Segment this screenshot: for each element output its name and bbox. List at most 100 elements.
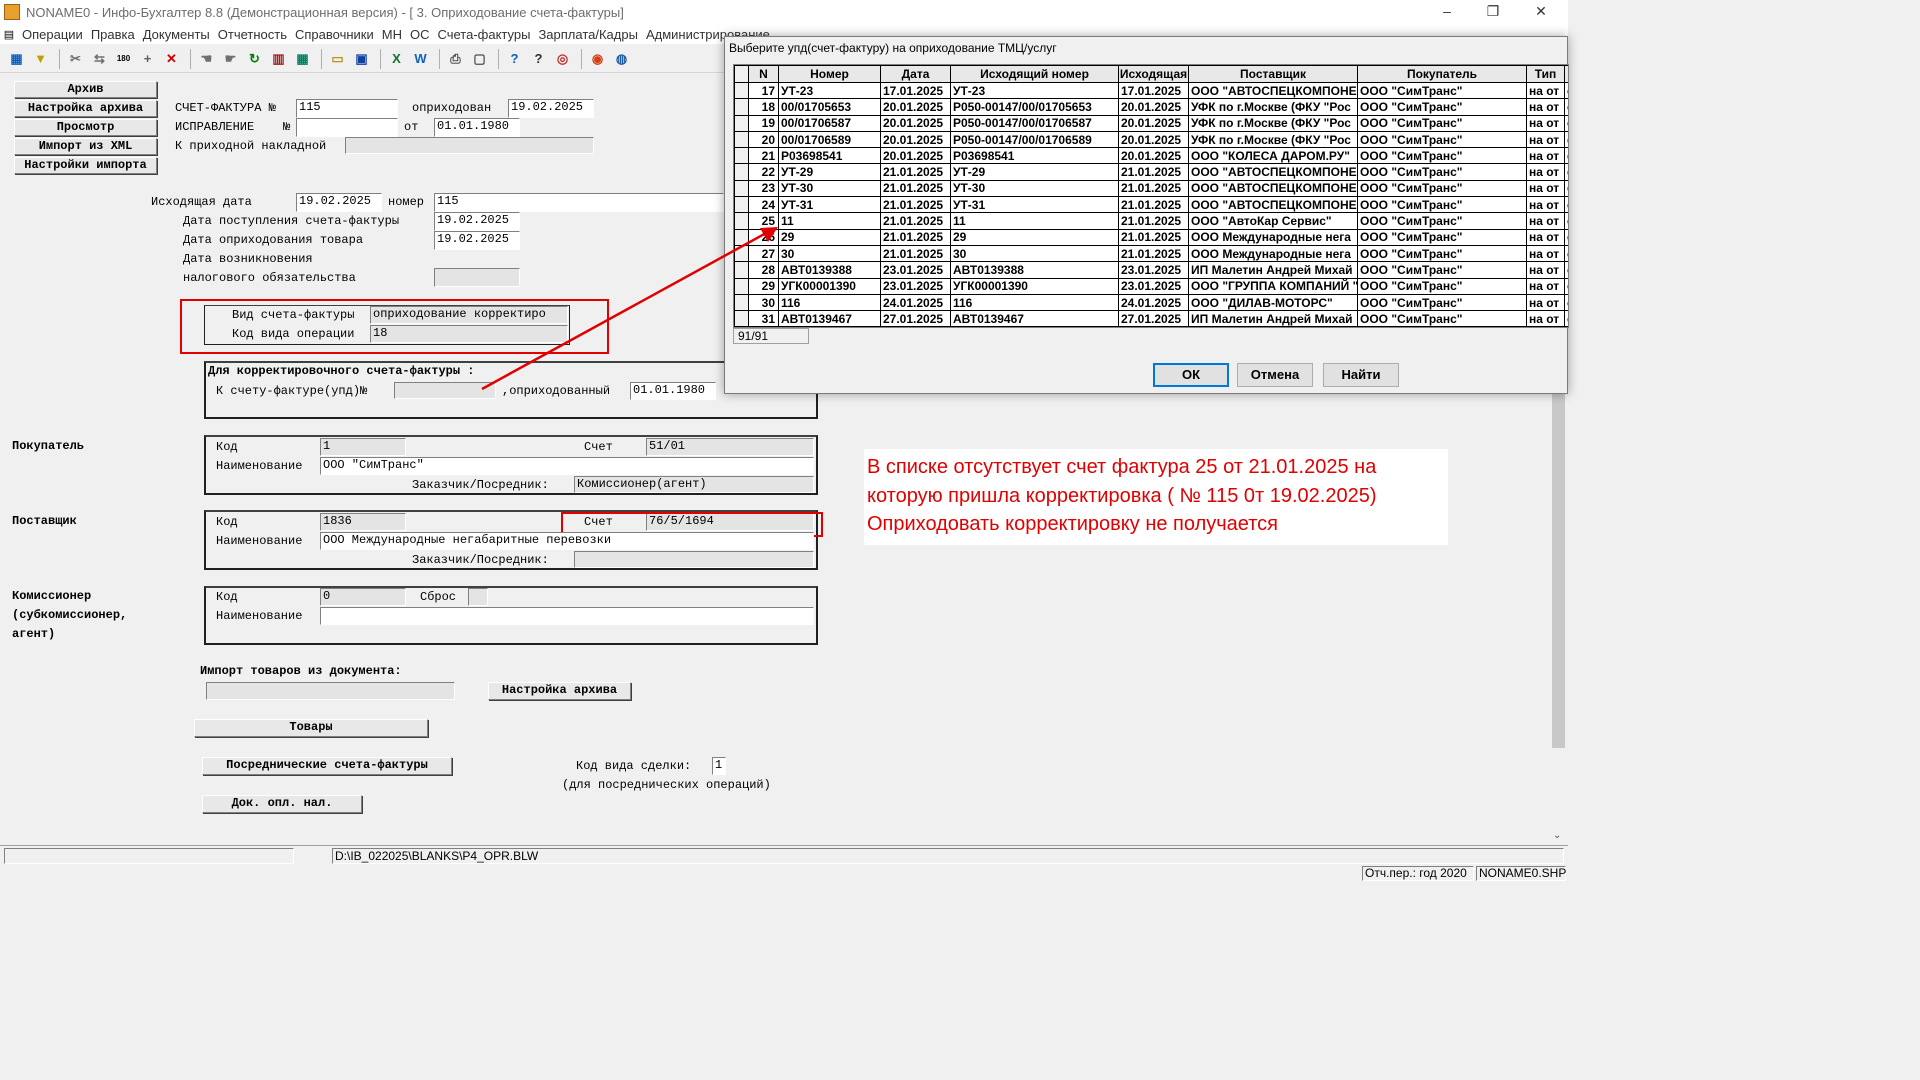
row-marker[interactable] — [734, 163, 749, 181]
to-invoice-field[interactable] — [394, 382, 496, 399]
table-row[interactable]: 21 Р03698541 20.01.2025 Р03698541 20.01.2025… — [734, 147, 1568, 165]
table-row[interactable]: 25 11 21.01.2025 11 21.01.2025 ООО "АвтоКар С… — [734, 212, 1568, 230]
row-marker[interactable] — [734, 212, 749, 230]
col-out-date[interactable]: Исходящая — [1118, 65, 1189, 83]
menu-reporting[interactable]: Отчетность — [214, 27, 291, 42]
table-row[interactable]: 17 УТ-23 17.01.2025 УТ-23 17.01.2025 ООО "АВТ… — [734, 81, 1568, 100]
to-invoice-posted-field[interactable]: 01.01.1980 — [630, 382, 716, 400]
menu-os[interactable]: ОС — [406, 27, 434, 42]
tax-date-field[interactable] — [434, 268, 520, 287]
what-icon[interactable]: ? — [528, 48, 549, 69]
table-row[interactable]: 20 00/01706589 20.01.2025 Р050-00147/00/017… — [734, 130, 1568, 149]
table-row[interactable]: 18 00/01705653 20.01.2025 Р050-00147/00/017… — [734, 98, 1568, 116]
deal-code-field[interactable]: 1 — [712, 757, 726, 775]
ok-button[interactable]: ОК — [1153, 363, 1229, 387]
grid-icon[interactable]: ▦ — [292, 48, 313, 69]
table-row[interactable]: 28 АВТ0139388 23.01.2025 АВТ0139388 23.01.20… — [734, 261, 1568, 279]
table-row[interactable]: 29 УГК00001390 23.01.2025 УГК00001390 23.01.… — [734, 277, 1568, 295]
table-row[interactable]: 31 АВТ0139467 27.01.2025 АВТ0139467 27.01.20… — [734, 310, 1568, 327]
receipt-date-field[interactable]: 19.02.2025 — [434, 212, 520, 231]
supplier-agent-field[interactable] — [574, 551, 814, 568]
table-row[interactable]: 27 30 21.01.2025 30 21.01.2025 ООО Международ… — [734, 244, 1568, 263]
supplier-name-field[interactable]: ООО Международные негабаритные перевозки — [320, 532, 814, 550]
out-date-field[interactable]: 19.02.2025 — [296, 193, 382, 212]
goods-date-field[interactable]: 19.02.2025 — [434, 231, 520, 250]
buyer-name-field[interactable]: ООО "СимТранс" — [320, 457, 814, 475]
preview-icon[interactable]: ▢ — [469, 48, 490, 69]
close-button[interactable]: ✕ — [1518, 0, 1564, 24]
row-marker[interactable] — [734, 196, 749, 214]
invoice-grid[interactable]: N Номер Дата Исходящий номер Исходящая П… — [733, 64, 1569, 328]
menu-documents[interactable]: Документы — [139, 27, 214, 42]
posted-date-field[interactable]: 19.02.2025 — [508, 99, 594, 118]
row-marker[interactable] — [734, 179, 749, 198]
table-row[interactable]: 19 00/01706587 20.01.2025 Р050-00147/00/017… — [734, 114, 1568, 132]
cut-icon[interactable]: ✂ — [65, 48, 86, 69]
hand-icon[interactable]: ☚ — [196, 48, 217, 69]
table-row[interactable]: 22 УТ-29 21.01.2025 УТ-29 21.01.2025 ООО "АВТ… — [734, 163, 1568, 181]
table-row[interactable]: 26 29 21.01.2025 29 21.01.2025 ООО Международ… — [734, 228, 1568, 246]
lifebuoy-icon[interactable]: ◉ — [587, 48, 608, 69]
col-supplier[interactable]: Поставщик — [1188, 65, 1358, 83]
delete-icon[interactable]: ✕ — [161, 48, 182, 69]
col-type[interactable]: Тип — [1526, 65, 1565, 83]
col-extra[interactable] — [1564, 65, 1568, 83]
supplier-code-field[interactable]: 1836 — [320, 513, 406, 531]
view-button[interactable]: Просмотр — [14, 119, 157, 136]
receipt-field[interactable] — [345, 137, 594, 154]
folder-open-icon[interactable]: ▭ — [327, 48, 348, 69]
calc-icon[interactable]: ▥ — [268, 48, 289, 69]
table-row[interactable]: 23 УТ-30 21.01.2025 УТ-30 21.01.2025 ООО "АВТ… — [734, 179, 1568, 198]
compass-icon[interactable]: ◎ — [552, 48, 573, 69]
row-marker[interactable] — [734, 81, 749, 100]
menu-operations[interactable]: Операции — [18, 27, 87, 42]
menu-invoices[interactable]: Счета-фактуры — [433, 27, 534, 42]
scroll-down-icon[interactable]: ⌄ — [1553, 830, 1561, 841]
intermediary-invoices-button[interactable]: Посреднические счета-фактуры — [202, 757, 452, 775]
hand2-icon[interactable]: ☛ — [220, 48, 241, 69]
buyer-agent-field[interactable]: Комиссионер(агент) — [574, 476, 814, 493]
table-row[interactable]: 24 УТ-31 21.01.2025 УТ-31 21.01.2025 ООО "АВТ… — [734, 196, 1568, 214]
buyer-account-field[interactable]: 51/01 — [646, 438, 814, 456]
row-marker[interactable] — [734, 261, 749, 279]
menu-mn[interactable]: МН — [378, 27, 406, 42]
minimize-button[interactable]: – — [1424, 0, 1470, 24]
archive-button[interactable]: Архив — [14, 81, 157, 98]
word-icon[interactable]: W — [410, 48, 431, 69]
restore-button[interactable]: ❐ — [1470, 0, 1516, 24]
col-n[interactable]: N — [748, 65, 779, 83]
excel-icon[interactable]: X — [386, 48, 407, 69]
reset-checkbox[interactable] — [468, 588, 488, 606]
save-icon[interactable]: ▣ — [351, 48, 372, 69]
scrollbar-thumb[interactable] — [1552, 393, 1565, 748]
tax-doc-button[interactable]: Док. опл. нал. — [202, 795, 362, 813]
row-marker[interactable] — [734, 310, 749, 327]
table-row[interactable]: 30 116 24.01.2025 116 24.01.2025 ООО "ДИЛАВ-М… — [734, 293, 1568, 312]
row-marker[interactable] — [734, 277, 749, 295]
row-marker[interactable] — [734, 98, 749, 116]
print-icon[interactable]: ⎙ — [445, 48, 466, 69]
find-button[interactable]: Найти — [1323, 363, 1399, 387]
help-icon[interactable]: ? — [504, 48, 525, 69]
refresh-icon[interactable]: ↻ — [244, 48, 265, 69]
cancel-button[interactable]: Отмена — [1237, 363, 1313, 387]
invoice-number-field[interactable]: 115 — [296, 99, 398, 118]
filter-icon[interactable]: ▼ — [30, 48, 51, 69]
out-number-field[interactable]: 115 — [434, 193, 724, 212]
commission-name-field[interactable] — [320, 607, 814, 625]
row-marker[interactable] — [734, 130, 749, 149]
correction-date-field[interactable]: 01.01.1980 — [434, 118, 520, 137]
buyer-code-field[interactable]: 1 — [320, 438, 406, 456]
correction-number-field[interactable] — [296, 118, 398, 137]
row-marker[interactable] — [734, 147, 749, 165]
commission-code-field[interactable]: 0 — [320, 588, 406, 606]
row-marker[interactable] — [734, 244, 749, 263]
import-field[interactable] — [206, 682, 455, 700]
col-date[interactable]: Дата — [880, 65, 951, 83]
list-icon[interactable]: ▦ — [6, 48, 27, 69]
import-xml-button[interactable]: Импорт из XML — [14, 138, 157, 155]
col-buyer[interactable]: Покупатель — [1357, 65, 1527, 83]
col-out-number[interactable]: Исходящий номер — [950, 65, 1119, 83]
goods-button[interactable]: Товары — [194, 719, 428, 737]
col-number[interactable]: Номер — [778, 65, 881, 83]
